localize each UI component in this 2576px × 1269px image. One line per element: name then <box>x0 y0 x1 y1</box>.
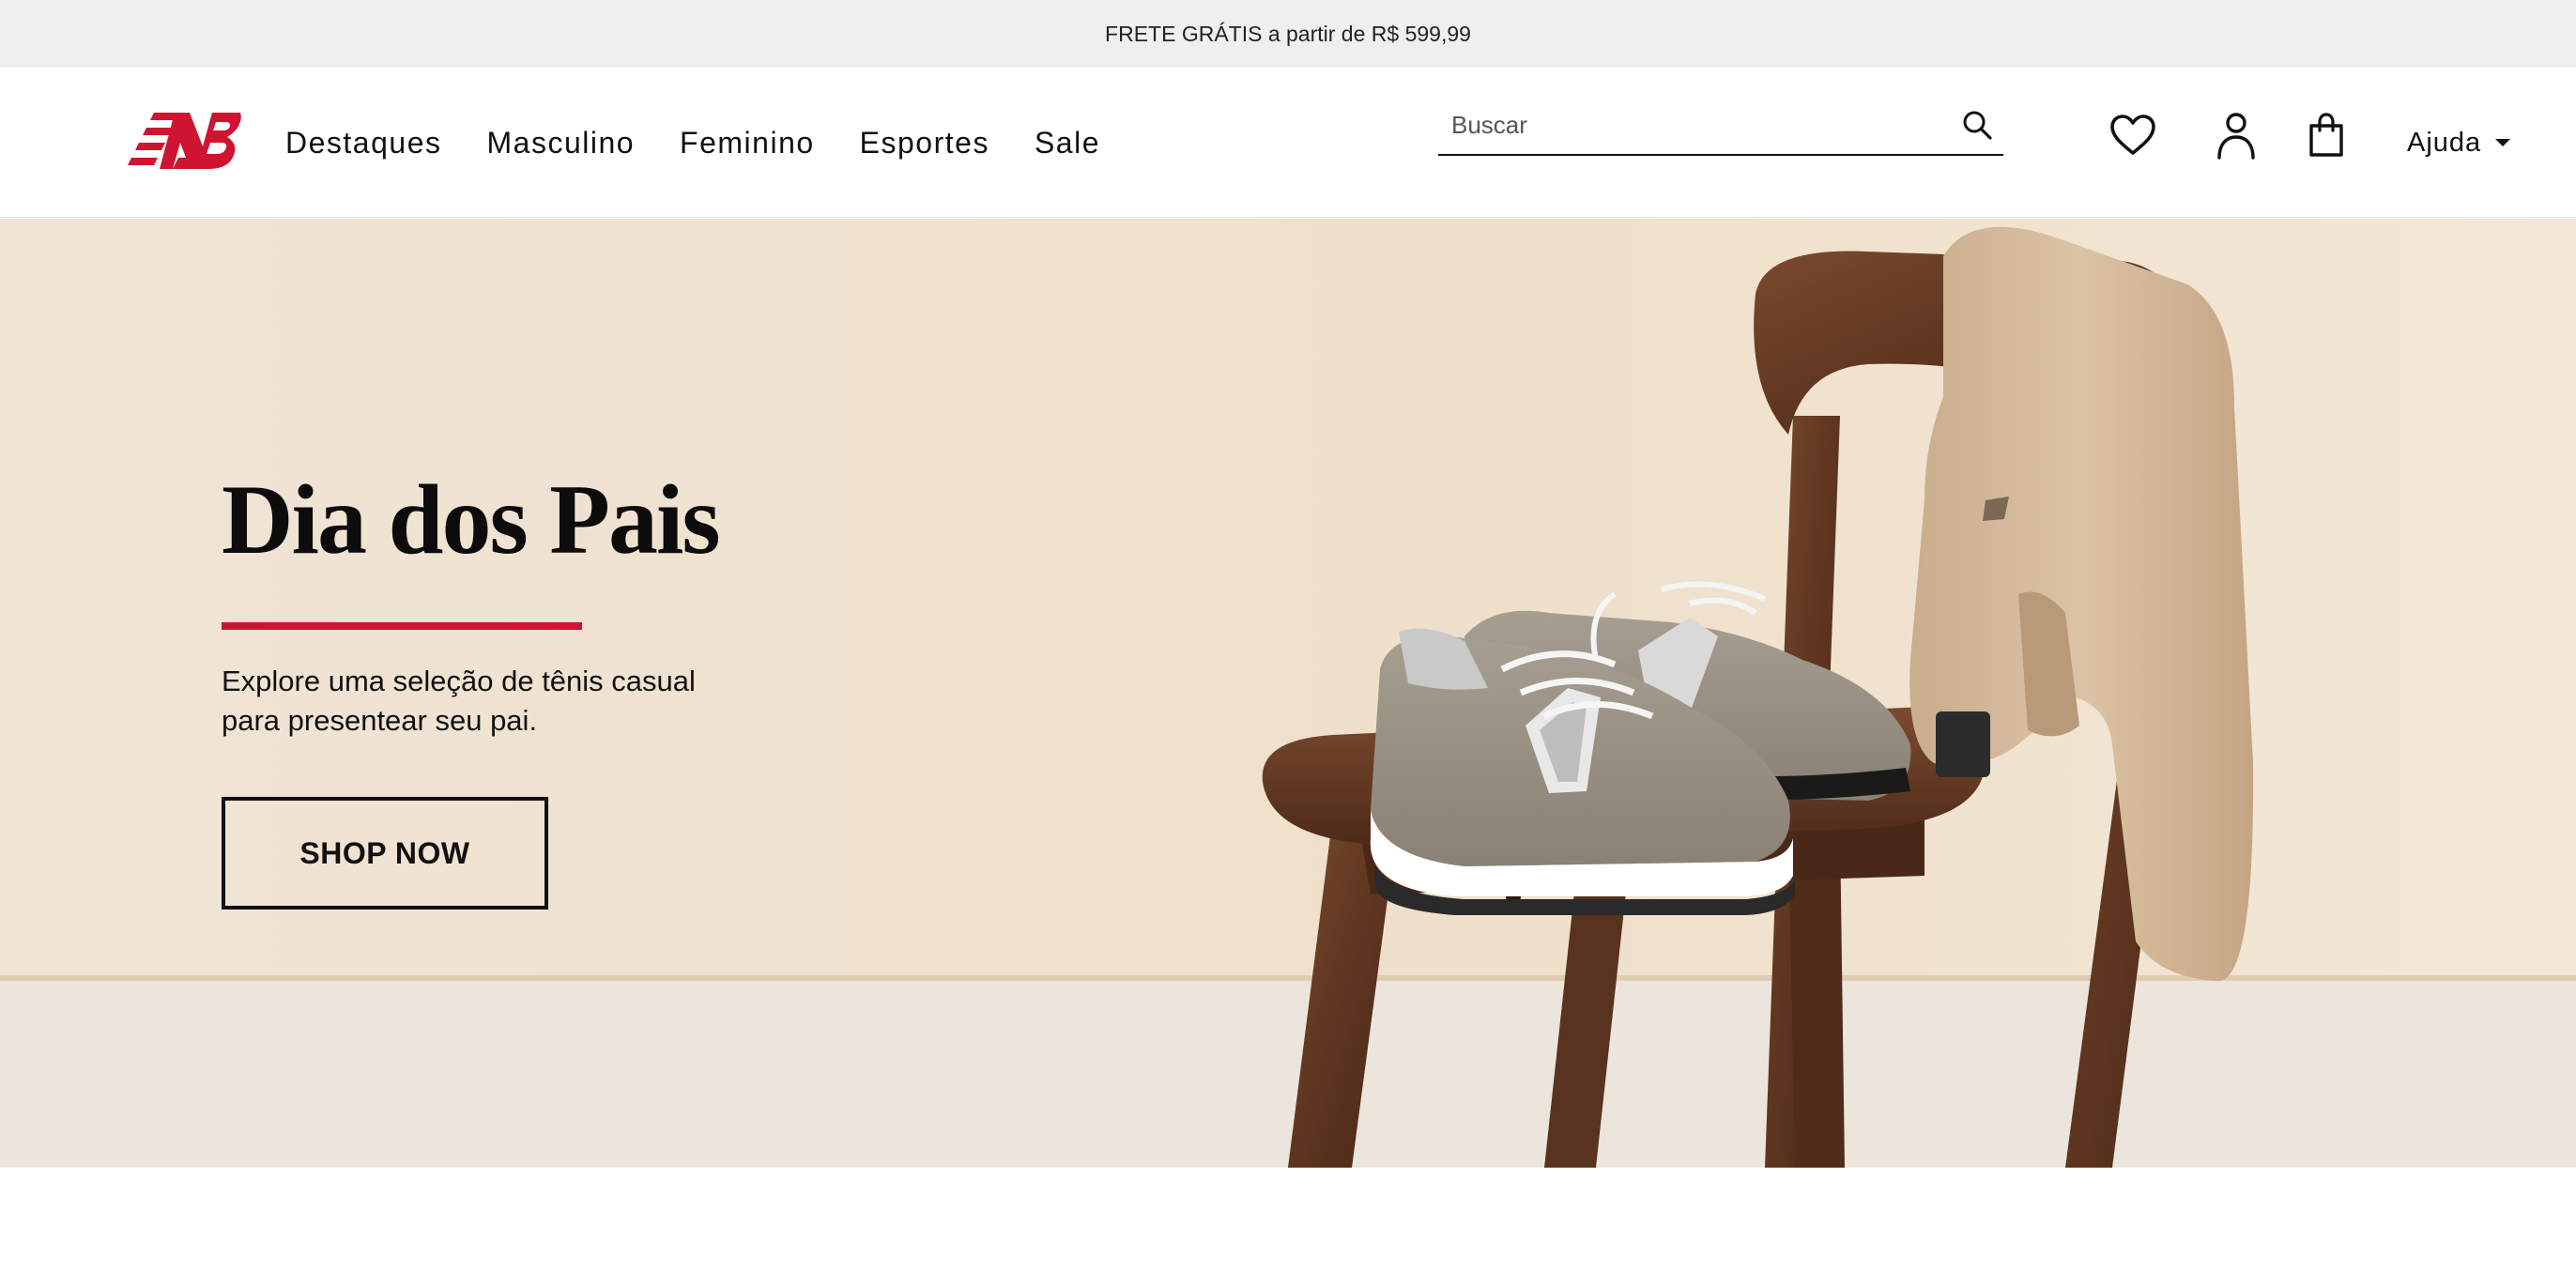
hero-accent-rule <box>222 622 582 630</box>
search-input[interactable] <box>1438 96 1951 154</box>
search-button[interactable] <box>1951 99 2003 151</box>
nav-item-esportes[interactable]: Esportes <box>860 126 989 161</box>
user-icon <box>2217 113 2255 160</box>
promo-text: FRETE GRÁTIS a partir de R$ 599,99 <box>1105 21 1471 46</box>
brand-logo[interactable] <box>126 109 242 173</box>
help-label: Ajuda <box>2407 127 2482 158</box>
main-nav: Destaques Masculino Feminino Esportes Sa… <box>285 68 1100 218</box>
shop-now-button[interactable]: SHOP NOW <box>222 797 548 910</box>
new-balance-logo-icon <box>128 113 241 169</box>
shopping-bag-icon <box>2309 113 2343 157</box>
account-button[interactable] <box>2208 107 2264 163</box>
hero-banner: Dia dos Pais Explore uma seleção de têni… <box>0 219 2576 1168</box>
nav-item-feminino[interactable]: Feminino <box>680 126 815 161</box>
search-bar <box>1438 96 2003 156</box>
promo-bar: FRETE GRÁTIS a partir de R$ 599,99 <box>0 0 2576 68</box>
nav-item-destaques[interactable]: Destaques <box>285 126 441 161</box>
help-menu[interactable]: Ajuda <box>2407 68 2511 218</box>
search-icon <box>1963 111 1992 140</box>
caret-down-icon <box>2495 139 2511 146</box>
hero-title: Dia dos Pais <box>222 465 721 574</box>
wishlist-button[interactable] <box>2105 107 2161 163</box>
heart-icon <box>2110 115 2155 155</box>
site-header: Destaques Masculino Feminino Esportes Sa… <box>0 68 2576 218</box>
hero-subtitle: Explore uma seleção de tênis casual para… <box>222 665 696 737</box>
nav-item-sale[interactable]: Sale <box>1035 126 1100 161</box>
cart-button[interactable] <box>2298 107 2354 163</box>
nav-item-masculino[interactable]: Masculino <box>486 126 635 161</box>
